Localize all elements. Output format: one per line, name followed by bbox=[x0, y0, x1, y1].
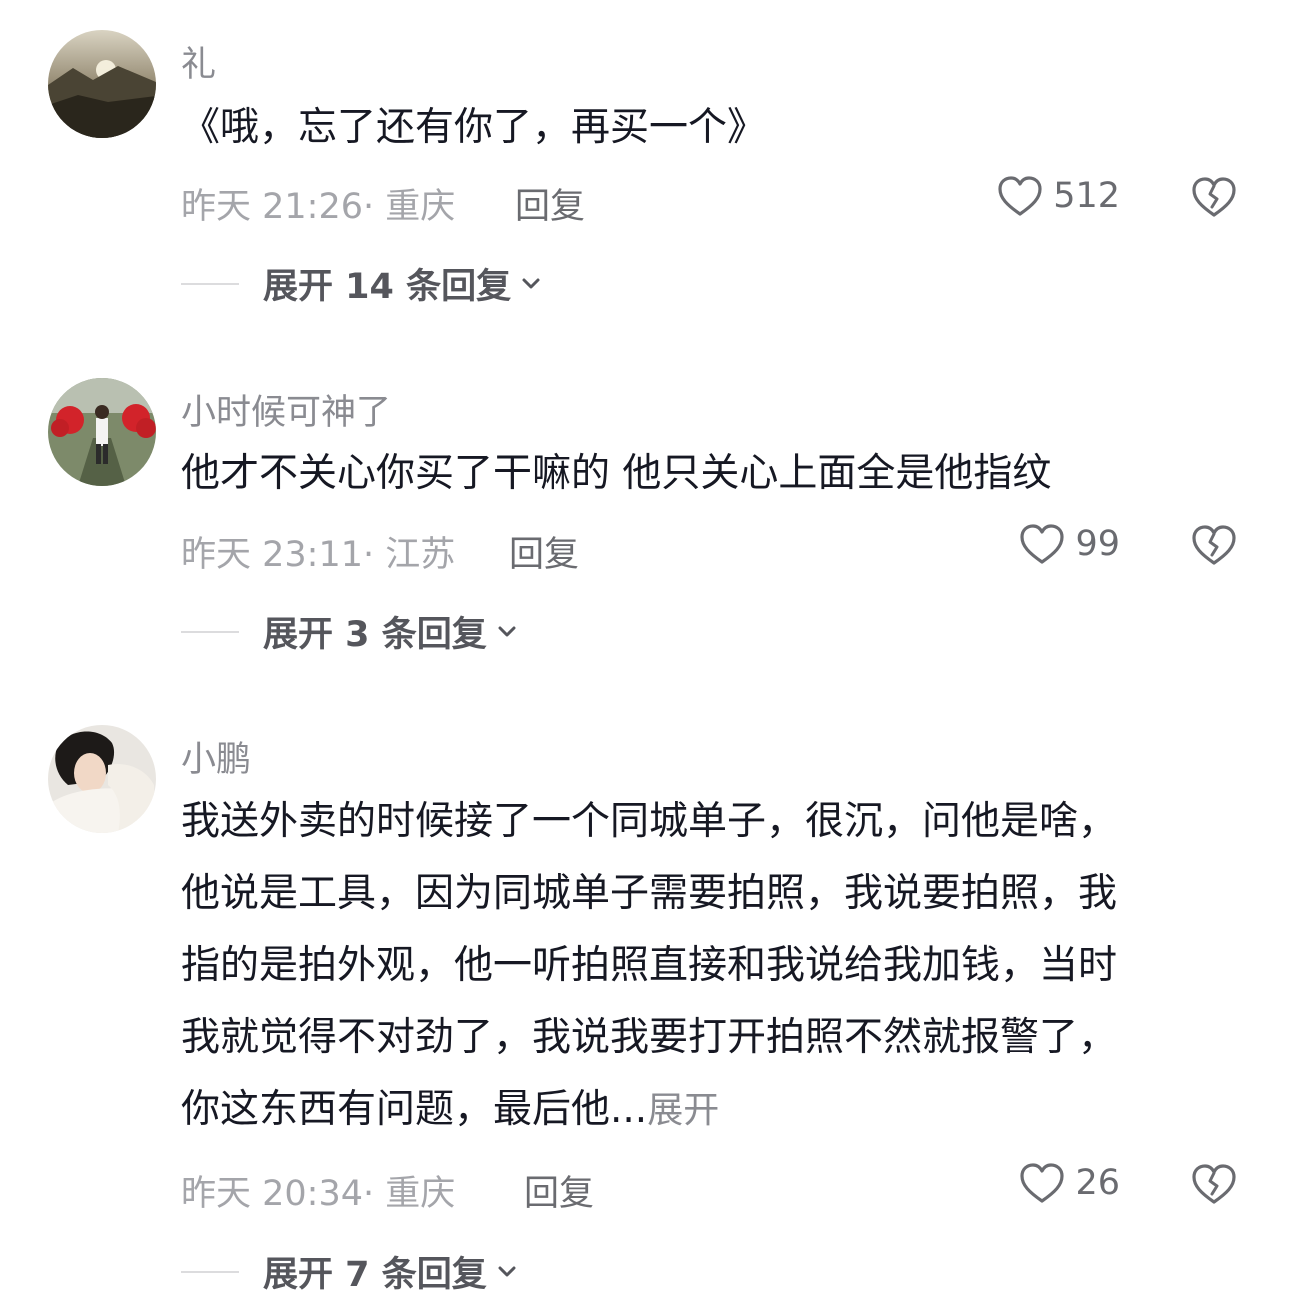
timestamp: 昨天 21:26 bbox=[181, 187, 363, 227]
avatar[interactable] bbox=[48, 725, 156, 833]
expand-replies-label: 展开 14 条回复 bbox=[263, 267, 512, 307]
like-count: 512 bbox=[1053, 176, 1120, 216]
username[interactable]: 礼 bbox=[181, 36, 216, 87]
heart-outline-icon bbox=[1019, 523, 1065, 565]
like-button[interactable]: 99 bbox=[1019, 523, 1120, 565]
reply-button[interactable]: 回复 bbox=[515, 178, 585, 229]
divider bbox=[181, 282, 239, 285]
like-button[interactable]: 512 bbox=[997, 175, 1120, 217]
comment-text-line: 我就觉得不对劲了，我说我要打开拍照不然就报警了， bbox=[181, 1015, 1118, 1060]
expand-replies-label: 展开 7 条回复 bbox=[263, 1255, 487, 1295]
chevron-down-icon bbox=[487, 1258, 521, 1286]
divider bbox=[181, 1270, 239, 1273]
reply-button[interactable]: 回复 bbox=[524, 1165, 594, 1216]
comment-meta: 昨天 21:26· 重庆 bbox=[181, 187, 456, 227]
comment-text-line: 我送外卖的时候接了一个同城单子，很沉，问他是啥， bbox=[181, 799, 1118, 844]
timestamp: 昨天 20:34 bbox=[181, 1174, 363, 1214]
comment-text: 他才不关心你买了干嘛的 他只关心上面全是他指纹 bbox=[181, 438, 1251, 510]
broken-heart-icon[interactable] bbox=[1190, 1162, 1238, 1206]
comment-text-line: 指的是拍外观，他一听拍照直接和我说给我加钱，当时 bbox=[181, 943, 1118, 988]
comment-text: 我送外卖的时候接了一个同城单子，很沉，问他是啥， 他说是工具，因为同城单子需要拍… bbox=[181, 786, 1251, 1147]
like-button[interactable]: 26 bbox=[1019, 1162, 1120, 1204]
expand-replies-label: 展开 3 条回复 bbox=[263, 615, 487, 655]
heart-outline-icon bbox=[1019, 1162, 1065, 1204]
expand-replies-button[interactable]: 展开 7 条回复 bbox=[181, 1246, 521, 1297]
location: 江苏 bbox=[385, 535, 456, 575]
heart-outline-icon bbox=[997, 175, 1043, 217]
username[interactable]: 小时候可神了 bbox=[181, 384, 391, 435]
expand-text-link[interactable]: 展开 bbox=[647, 1090, 719, 1131]
broken-heart-icon[interactable] bbox=[1190, 523, 1238, 567]
location: 重庆 bbox=[385, 1174, 456, 1214]
avatar[interactable] bbox=[48, 30, 156, 138]
divider bbox=[181, 630, 239, 633]
location: 重庆 bbox=[385, 187, 456, 227]
like-count: 99 bbox=[1075, 524, 1120, 564]
comment-text-line: 他才不关心你买了干嘛的 他只关心上面全是他指纹 bbox=[181, 451, 1052, 496]
like-count: 26 bbox=[1075, 1163, 1120, 1203]
expand-replies-button[interactable]: 展开 14 条回复 bbox=[181, 258, 545, 309]
avatar[interactable] bbox=[48, 378, 156, 486]
timestamp: 昨天 23:11 bbox=[181, 535, 363, 575]
comment-meta: 昨天 20:34· 重庆 bbox=[181, 1174, 456, 1214]
chevron-down-icon bbox=[511, 270, 545, 298]
username[interactable]: 小鹏 bbox=[181, 731, 251, 782]
broken-heart-icon[interactable] bbox=[1190, 175, 1238, 219]
comment-text-line: 你这东西有问题，最后他...展开 bbox=[181, 1074, 1251, 1147]
reply-button[interactable]: 回复 bbox=[509, 526, 579, 577]
chevron-down-icon bbox=[487, 618, 521, 646]
expand-replies-button[interactable]: 展开 3 条回复 bbox=[181, 606, 521, 657]
comment-text-fragment: 你这东西有问题，最后他... bbox=[181, 1087, 648, 1132]
comment-text: 《哦，忘了还有你了，再买一个》 bbox=[181, 92, 1251, 164]
comment-text-line: 《哦，忘了还有你了，再买一个》 bbox=[181, 105, 767, 150]
comment-text-line: 他说是工具，因为同城单子需要拍照，我说要拍照，我 bbox=[181, 871, 1118, 916]
comment-meta: 昨天 23:11· 江苏 bbox=[181, 535, 456, 575]
